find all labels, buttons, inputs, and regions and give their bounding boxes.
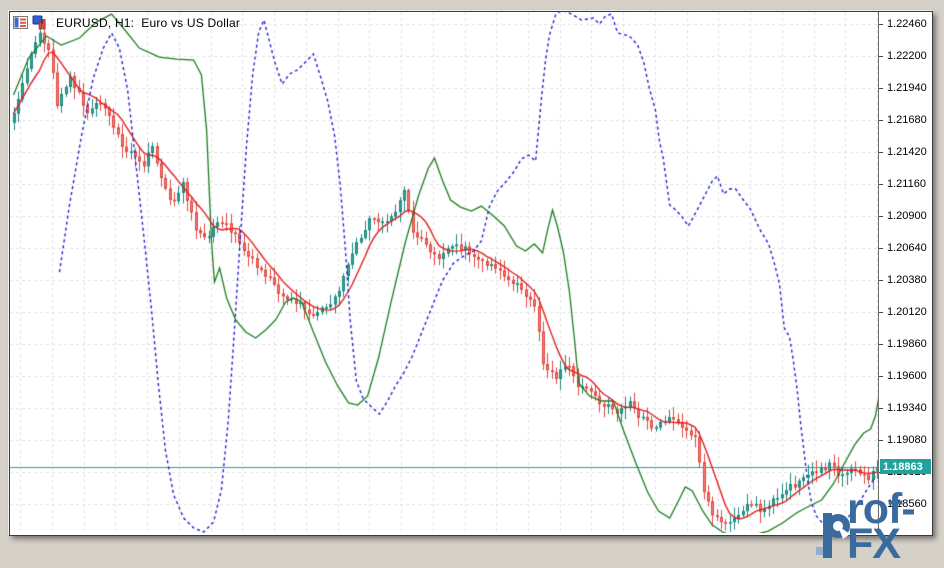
desktop-background: { "header": { "title": "EURUSD, H1: Euro… <box>0 0 944 545</box>
axis-tick <box>879 88 883 89</box>
axis-price-label: 1.19600 <box>887 370 927 382</box>
axis-price-label: 1.20900 <box>887 210 927 222</box>
axis-price-label: 1.19860 <box>887 338 927 350</box>
axis-price-label: 1.18560 <box>887 498 927 510</box>
axis-tick <box>879 184 883 185</box>
axis-price-label: 1.20640 <box>887 242 927 254</box>
axis-price-label: 1.21160 <box>887 178 926 190</box>
chart-header: EURUSD, H1: Euro vs US Dollar <box>13 15 240 30</box>
axis-tick <box>879 440 883 441</box>
axis-tick <box>879 344 883 345</box>
axis-tick <box>879 248 883 249</box>
current-price-tag: 1.18863 <box>880 459 931 474</box>
chart-canvas[interactable] <box>10 12 878 533</box>
axis-tick <box>879 376 883 377</box>
price-axis[interactable]: 1.18863 1.22460 1.22200 1.21940 1.21680 1.21… <box>878 12 932 533</box>
axis-price-label: 1.21680 <box>887 114 927 126</box>
axis-tick <box>879 280 883 281</box>
axis-tick <box>879 24 883 25</box>
axis-tick <box>879 120 883 121</box>
axis-price-label: 1.21940 <box>887 82 927 94</box>
chart-list-icon[interactable] <box>13 15 29 30</box>
axis-price-label: 1.22200 <box>887 50 927 62</box>
axis-price-label: 1.19080 <box>887 434 927 446</box>
chart-title: EURUSD, H1: Euro vs US Dollar <box>56 16 240 30</box>
axis-price-label: 1.20380 <box>887 274 927 286</box>
axis-tick <box>879 152 883 153</box>
axis-price-label: 1.19340 <box>887 402 927 414</box>
axis-tick <box>879 312 883 313</box>
axis-tick <box>879 216 883 217</box>
axis-price-label: 1.20120 <box>887 306 927 318</box>
axis-price-label: 1.22460 <box>887 18 927 30</box>
chart-window[interactable]: EURUSD, H1: Euro vs US Dollar 1.18863 1.… <box>9 11 933 536</box>
axis-tick <box>879 408 883 409</box>
axis-price-label: 1.21420 <box>887 146 927 158</box>
axis-tick <box>879 56 883 57</box>
axis-tick <box>879 504 883 505</box>
chart-indicator-icon[interactable] <box>32 15 48 30</box>
